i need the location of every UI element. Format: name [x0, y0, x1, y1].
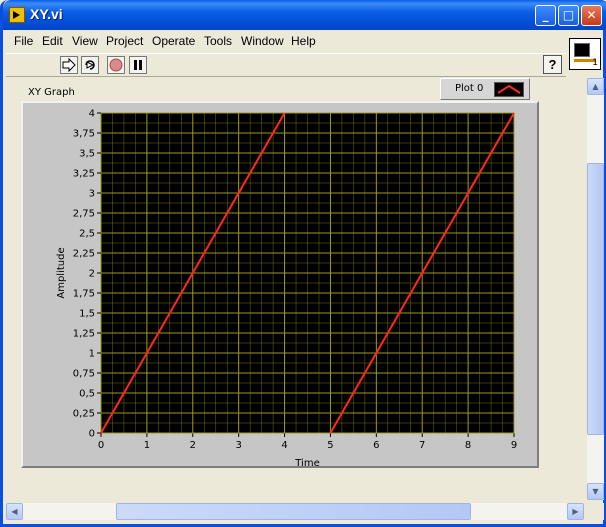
minimize-button[interactable]: _ [535, 5, 556, 26]
abort-execution-icon[interactable] [107, 56, 125, 74]
horizontal-scroll-thumb[interactable] [116, 503, 471, 520]
scrollbar-corner [587, 503, 604, 520]
plot-legend[interactable]: Plot 0 [440, 78, 530, 100]
context-help-button[interactable]: ? [543, 55, 562, 74]
window-title: XY.vi [30, 6, 63, 22]
legend-swatch[interactable] [494, 82, 524, 97]
front-panel: XY Graph [6, 78, 584, 500]
menu-tools[interactable]: Tools [204, 34, 232, 48]
run-continuously-icon[interactable] [81, 56, 99, 74]
vertical-scroll-thumb[interactable] [587, 163, 604, 435]
toolbar [6, 53, 566, 77]
close-button[interactable]: ✕ [581, 5, 602, 26]
scroll-down-icon[interactable]: ▼ [587, 483, 604, 500]
scroll-up-icon[interactable]: ▲ [587, 78, 604, 95]
labview-app-icon[interactable] [9, 7, 25, 23]
menu-edit[interactable]: Edit [42, 34, 63, 48]
menu-help[interactable]: Help [291, 34, 316, 48]
title-bar[interactable]: XY.vi _ □ ✕ [3, 0, 606, 30]
menu-bar: File Edit View Project Operate Tools Win… [6, 30, 566, 52]
vi-window: XY.vi _ □ ✕ File Edit View Project Opera… [0, 0, 606, 527]
run-arrow-icon[interactable] [60, 56, 78, 74]
legend-plot-name: Plot 0 [455, 83, 484, 94]
graph-thumbnail-icon [574, 43, 590, 57]
menu-operate[interactable]: Operate [152, 34, 195, 48]
menu-window[interactable]: Window [241, 34, 284, 48]
scroll-left-icon[interactable]: ◀ [6, 503, 23, 520]
maximize-button[interactable]: □ [558, 5, 579, 26]
vertical-scrollbar[interactable]: ▲ ▼ [587, 78, 604, 500]
horizontal-scrollbar[interactable]: ◀ ▶ [6, 503, 584, 520]
pause-icon[interactable] [129, 56, 147, 74]
menu-view[interactable]: View [72, 34, 98, 48]
scroll-right-icon[interactable]: ▶ [567, 503, 584, 520]
menu-file[interactable]: File [14, 34, 33, 48]
xy-graph-frame [21, 101, 539, 468]
vi-icon-label: 1 [592, 58, 598, 68]
menu-project[interactable]: Project [106, 34, 143, 48]
graph-label: XY Graph [28, 87, 75, 98]
vi-connector-icon[interactable]: 1 [569, 38, 601, 70]
